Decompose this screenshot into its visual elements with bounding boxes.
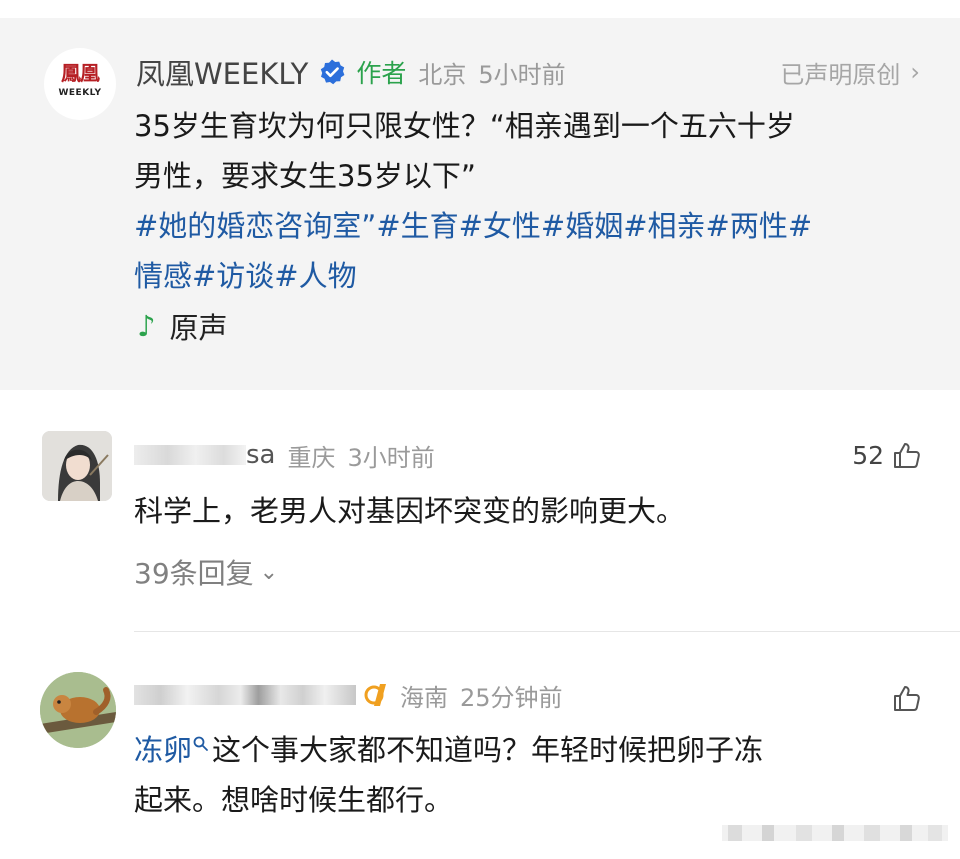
chevron-down-icon: ⌄ [259,559,279,585]
commenter-avatar[interactable] [42,431,112,501]
post-body: 35岁生育坎为何只限女性？“相亲遇到一个五六十岁 男性，要求女生35岁以下” #… [134,101,934,301]
commenter-name[interactable]: sa [246,440,275,470]
brand-logo-mark: 鳳凰 [61,61,100,85]
redacted-username [134,445,246,465]
hashtag-line[interactable]: 情感#访谈#人物 [134,251,934,301]
post-location: 北京 [418,60,467,89]
comment-header: sa 重庆 3小时前 [134,437,447,473]
comment-location: 海南 [400,683,448,712]
post-text-line: 男性，要求女生35岁以下” [134,159,476,193]
like-button[interactable]: 52 [852,435,922,475]
view-replies-button[interactable]: 39条回复 ⌄ [134,552,278,592]
verified-badge-icon [318,58,346,86]
post-time: 5小时前 [478,60,566,89]
like-button[interactable] [884,678,922,718]
chevron-right-icon: › [910,58,920,86]
redacted-username [134,685,356,705]
comment-text-line: 起来。想啥时候生都行。 [134,783,454,817]
replies-label: 39条回复 [134,557,254,590]
brand-logo-subtitle: WEEKLY [58,88,102,98]
like-count: 52 [852,440,884,470]
search-link-label: 冻卵 [134,733,193,767]
hashtag-line[interactable]: #她的婚恋咨询室”#生育#女性#婚姻#相亲#两性# [134,201,934,251]
author-name[interactable]: 凤凰WEEKLY [136,51,308,93]
original-sound-link[interactable]: ♪ 原声 [137,306,228,346]
original-sound-label: 原声 [169,311,228,345]
watermark-image [722,825,948,841]
comment-location: 重庆 [287,443,336,472]
search-icon [193,736,208,751]
comment-text-part: 这个事大家都不知道吗？年轻时候把卵子冻 [212,733,764,767]
comment-text: 科学上，老男人对基因坏突变的影响更大。 [134,494,686,528]
comment-time: 25分钟前 [460,683,563,712]
music-note-icon: ♪ [137,309,156,343]
original-declaration-link[interactable]: 已声明原创 › [780,52,920,92]
thumbs-up-icon [894,443,920,468]
comment-text: 冻卵 这个事大家都不知道吗？年轻时候把卵子冻 起来。想啥时候生都行。 [134,725,934,825]
author-avatar[interactable]: 鳳凰 WEEKLY [44,48,116,120]
author-tag: 作者 [356,59,407,88]
post-text-line: 35岁生育坎为何只限女性？“相亲遇到一个五六十岁 [134,109,795,143]
commenter-avatar[interactable] [40,672,116,748]
comment-time: 3小时前 [347,443,435,472]
post-header: 凤凰WEEKLY 作者 北京 5小时前 [136,52,578,92]
avatar-illustration [42,431,112,501]
comment-header: 海南 25分钟前 [134,677,575,713]
avatar-photo [40,672,116,748]
comment-text-line: 冻卵 这个事大家都不知道吗？年轻时候把卵子冻 [134,725,934,775]
member-badge-icon [364,684,386,706]
original-declaration-label: 已声明原创 [780,60,901,89]
thumbs-up-icon [894,686,920,711]
comment-divider [134,631,960,632]
search-link[interactable]: 冻卵 [134,733,212,767]
